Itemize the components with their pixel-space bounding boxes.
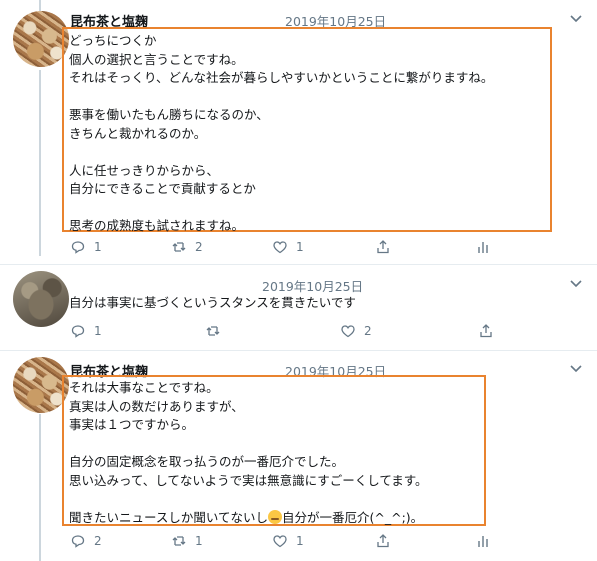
tweet-text-line [69,143,493,162]
tweet-text-line: 人に任せっきりからから、 [69,162,220,178]
analytics-button[interactable] [475,531,491,551]
tweet-text-line: 個人の選択と言うことですね。 [69,51,244,67]
tweet-actions: 2 1 1 [70,531,500,551]
tweet-text: それは大事なことですね。 真実は人の数だけありますが、 事実は１つですから。 自… [69,379,428,527]
like-icon [273,241,287,254]
tweet-text-segment: 自分が一番厄介(^_^;)。 [282,509,424,525]
avatar[interactable] [13,357,69,413]
tweet-text-line: どっちにつくか [69,33,157,48]
tweet-text-line [69,435,428,454]
tweet-text-line: それはそっくり、どんな社会が暮らしやすいかということに繋がりますね。 [69,70,494,85]
retweet-count: 2 [195,240,203,254]
tweet-date[interactable]: 2019年10月25日 [262,276,363,295]
chevron-down-icon[interactable] [568,275,584,291]
retweet-count: 1 [195,534,203,548]
tweet-text: 自分は事実に基づくというスタンスを貫きたいです [69,294,356,313]
share-button[interactable] [375,531,391,551]
tweet-separator [0,264,597,265]
tweet-text-line: 自分は事実に基づくというスタンスを貫きたいです [69,295,356,310]
tweet-text-line: 思考の成熟度も試されますね。 [69,218,245,233]
reply-icon [71,535,85,548]
tweet-text-line [69,490,428,509]
reply-count: 2 [94,534,102,548]
tweet-actions: 1 2 1 [70,237,500,257]
like-button[interactable]: 1 [272,531,304,551]
share-icon [377,240,389,254]
analytics-button[interactable] [475,237,491,257]
reply-button[interactable]: 1 [70,237,102,257]
reply-icon [71,241,85,254]
like-icon [341,325,355,338]
like-button[interactable]: 1 [272,237,304,257]
retweet-icon [172,242,186,252]
chevron-down-icon[interactable] [568,360,584,376]
tweet-text-line [69,199,493,218]
tweet-text: どっちにつくか 個人の選択と言うことですね。 それはそっくり、どんな社会が暮らし… [69,32,493,236]
thread-line-3 [39,414,41,561]
analytics-icon [478,242,488,253]
like-icon [273,535,287,548]
tweet-text-line: 真実は人の数だけありますが、 [69,398,244,414]
tweet-text-line: 自分にできることで貢献するとか [69,181,256,196]
analytics-icon [478,536,488,547]
retweet-button[interactable]: 2 [171,237,203,257]
reply-button[interactable]: 1 [70,321,102,341]
avatar[interactable] [13,271,69,327]
thread-line-1 [39,70,41,256]
reply-count: 1 [94,240,102,254]
tweet-text-line: 思い込みって、してないようで実は無意識にすごーくしてます。 [69,472,428,488]
like-count: 1 [296,240,304,254]
like-count: 1 [296,534,304,548]
reply-icon [71,325,85,338]
tweet-separator [0,350,597,351]
tweet-text-line: それは大事なことですね。 [69,380,219,395]
like-button[interactable]: 2 [340,321,372,341]
avatar[interactable] [13,11,69,67]
retweet-button[interactable] [205,321,221,341]
like-count: 2 [364,324,372,338]
share-button[interactable] [375,237,391,257]
share-icon [480,324,492,338]
sweat-smile-emoji [268,509,283,524]
tweet-text-line: 聞きたいニュースしか聞いてないし 自分が一番厄介(^_^;)。 [69,509,428,528]
tweet-text-line [69,88,493,107]
reply-button[interactable]: 2 [70,531,102,551]
tweet-text-line: 自分の固定概念を取っ払うのが一番厄介でした。 [69,454,345,469]
retweet-icon [206,326,220,336]
reply-count: 1 [94,324,102,338]
tweet-text-line: 事実は１つですから。 [69,417,195,432]
retweet-button[interactable]: 1 [171,531,203,551]
share-button[interactable] [478,321,494,341]
tweet-text-segment: 聞きたいニュースしか聞いてないし [69,509,269,525]
share-icon [377,534,389,548]
retweet-icon [172,536,186,546]
tweet-text-line: きちんと裁かれるのか。 [69,125,207,141]
chevron-down-icon[interactable] [568,10,584,26]
tweet-actions: 1 2 [70,321,500,341]
tweet-text-line: 悪事を働いたもん勝ちになるのか、 [69,107,269,122]
